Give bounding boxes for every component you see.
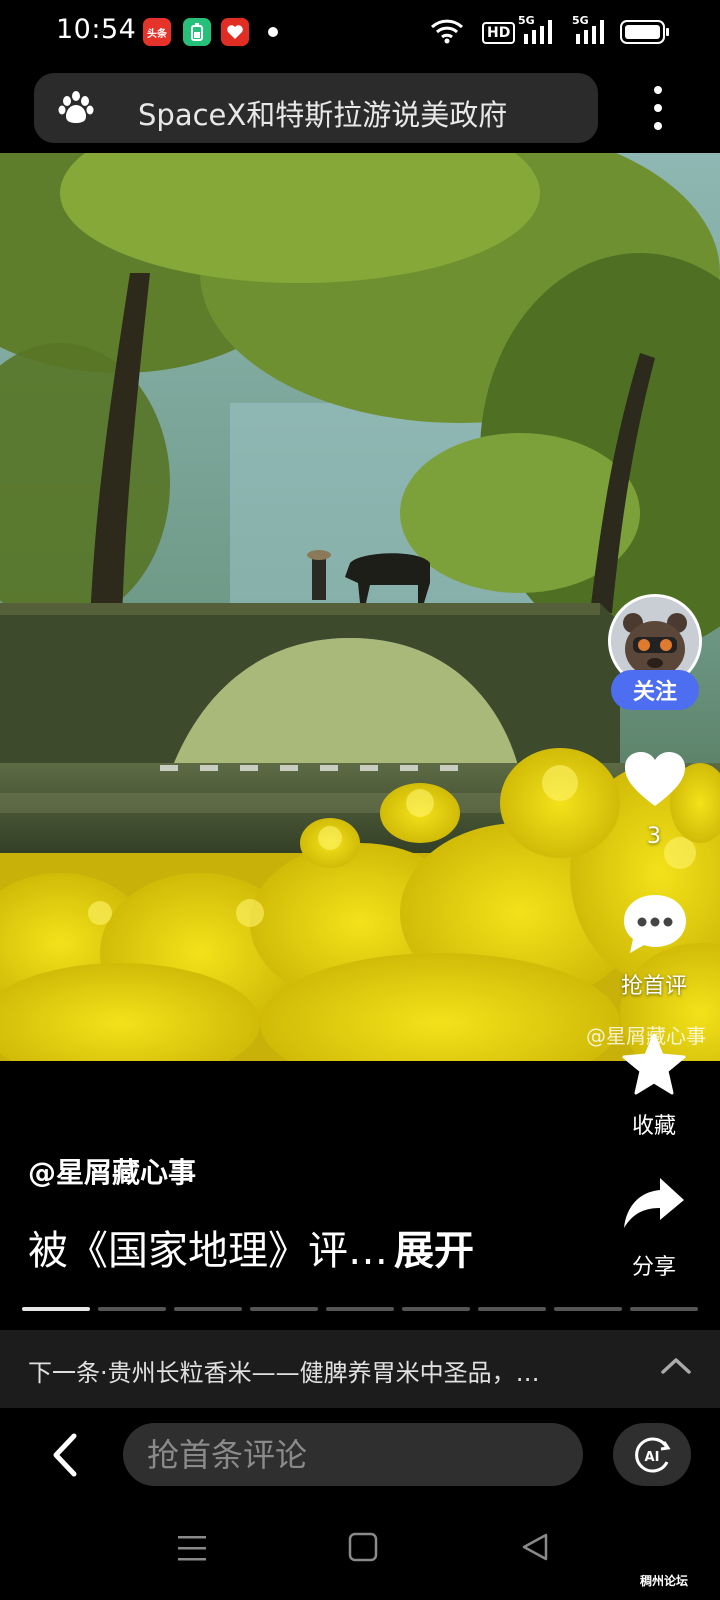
favorite-star-icon[interactable]: [622, 1033, 686, 1095]
comment-input[interactable]: [123, 1423, 583, 1486]
landscape-image: [0, 153, 720, 1061]
menu-icon[interactable]: [176, 1534, 208, 1562]
chevron-up-icon[interactable]: [660, 1354, 692, 1378]
progress-segment: [250, 1307, 318, 1311]
progress-segment: [554, 1307, 622, 1311]
ai-label: AI: [645, 1450, 660, 1465]
notification-dot: [268, 27, 278, 37]
next-item-banner[interactable]: 下一条·贵州长粒香米——健脾养胃米中圣品，…: [0, 1330, 720, 1408]
ai-icon: AI: [635, 1437, 671, 1472]
wifi-icon: [430, 19, 464, 44]
comment-bubble-icon[interactable]: [622, 893, 688, 955]
ai-assistant-button[interactable]: AI: [613, 1423, 691, 1486]
battery-app-icon: [183, 18, 211, 46]
forum-logo: 稠州论坛: [640, 1574, 689, 1588]
video-frame[interactable]: @星屑藏心事: [0, 153, 720, 1061]
like-count: 3: [647, 824, 661, 849]
share-arrow-icon[interactable]: [622, 1176, 686, 1230]
post-caption[interactable]: 被《国家地理》评… 展开: [28, 1218, 474, 1276]
back-triangle-icon[interactable]: [520, 1532, 550, 1562]
search-query: SpaceX和特斯拉游说美政府: [138, 98, 508, 132]
baidu-paw-icon: [58, 91, 94, 123]
share-label: 分享: [631, 1255, 676, 1280]
status-time: 10:54: [56, 14, 137, 45]
signal-icon-2: [576, 20, 604, 44]
progress-segment: [174, 1307, 242, 1311]
progress-segment: [98, 1307, 166, 1311]
progress-segment: [326, 1307, 394, 1311]
comment-label: 抢首评: [620, 974, 687, 999]
home-square-icon[interactable]: [348, 1532, 378, 1562]
next-item-text: 下一条·贵州长粒香米——健脾养胃米中圣品，…: [28, 1359, 540, 1387]
progress-segment: [22, 1307, 90, 1311]
hd-badge: HD: [482, 22, 516, 44]
like-heart-icon[interactable]: [623, 750, 687, 808]
progress-segment: [630, 1307, 698, 1311]
image-progress-indicator: [22, 1307, 698, 1312]
progress-segment: [478, 1307, 546, 1311]
system-navigation-bar: [0, 1520, 720, 1600]
post-author[interactable]: @星屑藏心事: [28, 1151, 196, 1191]
back-arrow-icon[interactable]: [44, 1430, 84, 1480]
signal-icon-1: [524, 20, 552, 44]
status-bar: 10:54 头条 HD 5G 5G: [0, 0, 720, 64]
favorite-label: 收藏: [631, 1114, 676, 1139]
pinduoduo-icon: [221, 18, 249, 46]
expand-button[interactable]: 展开: [394, 1228, 474, 1274]
more-options-button[interactable]: [640, 84, 676, 132]
toutiao-icon: 头条: [143, 18, 171, 46]
battery-icon: [620, 20, 669, 44]
search-bar[interactable]: SpaceX和特斯拉游说美政府: [34, 73, 598, 143]
caption-text: 被《国家地理》评…: [28, 1228, 388, 1274]
follow-button[interactable]: 关注: [611, 670, 699, 710]
progress-segment: [402, 1307, 470, 1311]
